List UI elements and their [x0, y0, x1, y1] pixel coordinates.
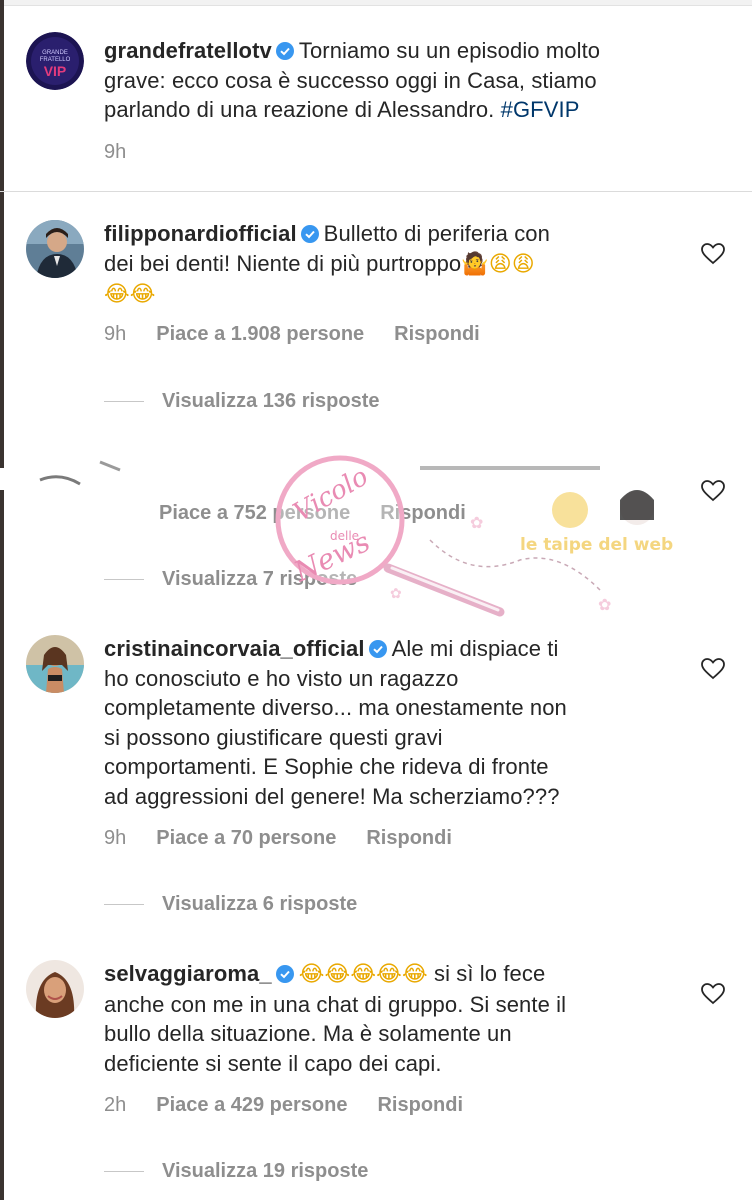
comment-4-view-replies[interactable]: Visualizza 19 risposte [104, 1160, 368, 1183]
caption-username[interactable]: grandefratellotv [104, 38, 272, 63]
comment-3-line6: ad aggressioni del genere! Ma scherziamo… [104, 783, 560, 809]
comment-3-line3: completamente diverso... ma onestamente … [104, 695, 567, 720]
heart-icon[interactable] [701, 983, 725, 1005]
comment-3-line5: comportamenti. E Sophie che rideva di fr… [104, 754, 549, 779]
replies-divider [104, 1171, 144, 1172]
comment-3-text: cristinaincorvaia_official Ale mi dispiac… [104, 634, 679, 811]
comment-3-time: 9h [104, 827, 127, 849]
comment-3-line4: si possono giustificare questi gravi [104, 724, 443, 750]
comment-1-meta: 9h Piace a 1.908 persone Rispondi [104, 323, 480, 346]
caption-line2: grave: ecco cosa è successo oggi in Casa… [104, 67, 597, 93]
comment-3-reply-button[interactable]: Rispondi [366, 827, 452, 850]
caption-time: 9h [104, 141, 127, 163]
comment-4-line2: anche con me in una chat di gruppo. Si s… [104, 991, 567, 1017]
comment-4-time: 2h [104, 1094, 127, 1116]
comment-4-line4: deficiente si sente il capo dei capi. [104, 1050, 442, 1076]
gfvip-logo-icon: GRANDE FRATELLO VIP [26, 32, 84, 90]
heart-icon[interactable] [701, 243, 725, 265]
caption-line3: parlando di una reazione di Alessandro. [104, 97, 495, 122]
caption-meta: 9h [104, 141, 126, 164]
watermark-text-4: le taipe del web [520, 535, 673, 555]
comment-1-emoji-a: 🤷😩😩 [461, 251, 535, 277]
comment-1-likes[interactable]: Piace a 1.908 persone [156, 323, 364, 346]
heart-icon[interactable] [701, 658, 725, 680]
avatar-photo-icon [26, 220, 84, 278]
comment-2-view-replies[interactable]: Visualizza 7 risposte [104, 568, 357, 591]
svg-text:VIP: VIP [44, 63, 67, 79]
replies-divider [104, 401, 144, 402]
caption-text: grandefratellotv Torniamo su un episodio … [104, 36, 724, 125]
comment-2-view-replies-label: Visualizza 7 risposte [162, 568, 358, 590]
caption-line1: Torniamo su un episodio molto [298, 38, 601, 63]
comment-1-line1: Bulletto di periferia con [323, 221, 550, 246]
comment-1-view-replies[interactable]: Visualizza 136 risposte [104, 390, 380, 413]
verified-badge-icon [300, 225, 319, 243]
comment-1-emoji-b: 😂😂 [104, 282, 156, 307]
comment-4-likes[interactable]: Piace a 429 persone [156, 1094, 347, 1117]
verified-badge-icon [368, 640, 387, 658]
comment-1-view-replies-label: Visualizza 136 risposte [162, 390, 380, 412]
cristinaincorvaia-avatar[interactable] [26, 635, 84, 693]
svg-text:GRANDE: GRANDE [42, 50, 68, 56]
comment-4-line1: si sì lo fece [433, 961, 546, 986]
comment-4-line3: bullo della situazione. Ma è solamente u… [104, 1021, 512, 1046]
comment-4-meta: 2h Piace a 429 persone Rispondi [104, 1094, 463, 1117]
comment-3-line1: Ale mi dispiace ti [391, 636, 559, 661]
comment-3-username[interactable]: cristinaincorvaia_official [104, 636, 365, 661]
caption-hashtag[interactable]: #GFVIP [501, 97, 580, 122]
comment-3-view-replies[interactable]: Visualizza 6 risposte [104, 893, 357, 916]
comment-1-text: filipponardiofficial Bulletto di periferi… [104, 219, 674, 310]
comment-3-view-replies-label: Visualizza 6 risposte [162, 893, 358, 915]
svg-text:✿: ✿ [598, 597, 611, 614]
comment-3-meta: 9h Piace a 70 persone Rispondi [104, 827, 452, 850]
grandefratello-avatar[interactable]: GRANDE FRATELLO VIP [26, 32, 84, 90]
comment-4-text: selvaggiaroma_ 😂😂😂😂😂 si sì lo fece anche … [104, 959, 679, 1078]
replies-divider [104, 579, 144, 580]
comment-1-reply-button[interactable]: Rispondi [394, 323, 480, 346]
comment-3-line2: ho conosciuto e ho visto un ragazzo [104, 665, 459, 691]
watermark-text-2: delle [330, 529, 359, 543]
avatar-photo-icon [26, 960, 84, 1018]
comment-3-likes[interactable]: Piace a 70 persone [156, 827, 336, 850]
comment-2-meta: Piace a 752 persone Rispondi [159, 502, 466, 525]
selvaggiaroma-avatar[interactable] [26, 960, 84, 1018]
avatar-photo-icon [26, 635, 84, 693]
comment-1-time: 9h [104, 323, 127, 345]
comment-4-emoji: 😂😂😂😂😂 [298, 962, 428, 987]
post-caption: GRANDE FRATELLO VIP grandefratellotv Torn… [0, 6, 752, 192]
comment-1-username[interactable]: filipponardiofficial [104, 221, 297, 246]
comment-4-username[interactable]: selvaggiaroma_ [104, 961, 272, 986]
comment-4-view-replies-label: Visualizza 19 risposte [162, 1160, 369, 1182]
verified-badge-icon [275, 42, 294, 60]
comment-1-line2: dei bei denti! Niente di più purtroppo [104, 250, 462, 276]
heart-icon[interactable] [701, 480, 725, 502]
verified-badge-icon [275, 965, 294, 983]
comment-4-reply-button[interactable]: Rispondi [377, 1094, 463, 1117]
svg-text:✿: ✿ [390, 585, 402, 601]
replies-divider [104, 904, 144, 905]
comment-2-likes[interactable]: Piace a 752 persone [159, 502, 350, 525]
filipponardi-avatar[interactable] [26, 220, 84, 278]
comment-2-obscured [0, 450, 752, 530]
comment-2-reply-button[interactable]: Rispondi [380, 502, 466, 525]
svg-text:✿: ✿ [470, 515, 483, 532]
